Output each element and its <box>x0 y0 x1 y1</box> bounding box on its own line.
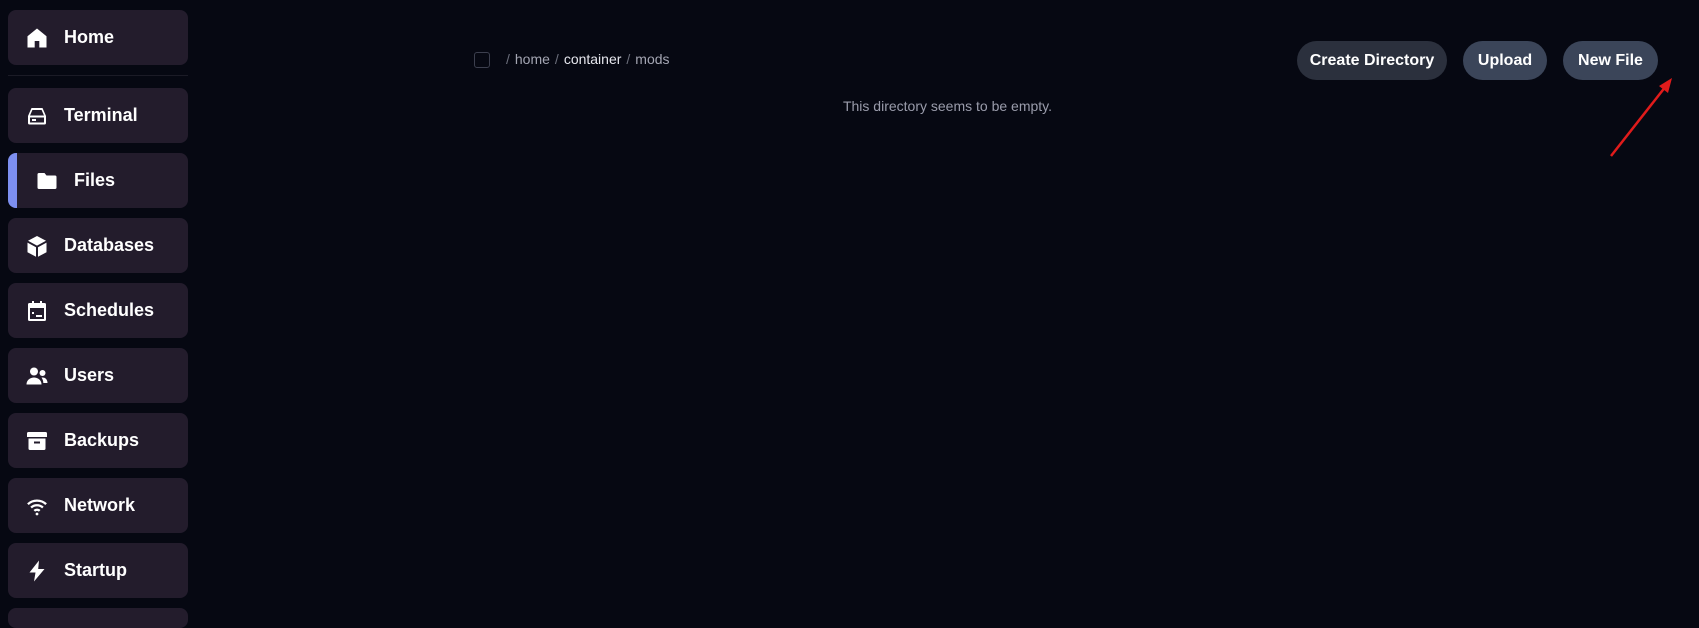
sidebar-item-label: Databases <box>64 235 154 256</box>
bolt-icon <box>25 559 49 583</box>
database-icon <box>25 234 49 258</box>
sidebar-item-label: Home <box>64 27 114 48</box>
breadcrumb-item-container[interactable]: container <box>564 51 622 67</box>
breadcrumb-item-home[interactable]: home <box>515 51 550 67</box>
archive-icon <box>25 429 49 453</box>
sidebar-item-network[interactable]: Network <box>8 478 188 533</box>
create-directory-button[interactable]: Create Directory <box>1297 41 1447 80</box>
select-all-checkbox[interactable] <box>474 52 490 68</box>
breadcrumb-separator: / <box>626 51 630 67</box>
breadcrumb-item-mods: mods <box>635 51 669 67</box>
sidebar-item-startup[interactable]: Startup <box>8 543 188 598</box>
sidebar-item-label: Startup <box>64 560 127 581</box>
sidebar-item-more[interactable] <box>8 608 188 628</box>
sidebar-item-backups[interactable]: Backups <box>8 413 188 468</box>
home-icon <box>25 26 49 50</box>
sidebar-item-users[interactable]: Users <box>8 348 188 403</box>
sidebar-item-schedules[interactable]: Schedules <box>8 283 188 338</box>
empty-directory-message: This directory seems to be empty. <box>196 98 1699 114</box>
sidebar-item-label: Users <box>64 365 114 386</box>
users-icon <box>25 364 49 388</box>
sidebar-item-files[interactable]: Files <box>8 153 188 208</box>
calendar-icon <box>25 299 49 323</box>
sidebar: Home Terminal Files Databases Schedules … <box>0 0 196 615</box>
wifi-icon <box>25 494 49 518</box>
sidebar-item-label: Files <box>74 170 115 191</box>
file-manager: / home / container / mods This directory… <box>196 0 1699 615</box>
sidebar-item-terminal[interactable]: Terminal <box>8 88 188 143</box>
annotation-arrow-icon <box>1606 68 1696 163</box>
folder-icon <box>35 169 59 193</box>
sidebar-divider <box>8 75 188 76</box>
upload-button[interactable]: Upload <box>1463 41 1547 80</box>
breadcrumb-separator: / <box>506 51 510 67</box>
sidebar-item-label: Network <box>64 495 135 516</box>
breadcrumb: / home / container / mods <box>506 51 670 67</box>
sidebar-item-home[interactable]: Home <box>8 10 188 65</box>
sidebar-item-label: Schedules <box>64 300 154 321</box>
sidebar-item-label: Terminal <box>64 105 138 126</box>
terminal-icon <box>25 104 49 128</box>
breadcrumb-separator: / <box>555 51 559 67</box>
sidebar-item-label: Backups <box>64 430 139 451</box>
sidebar-item-databases[interactable]: Databases <box>8 218 188 273</box>
